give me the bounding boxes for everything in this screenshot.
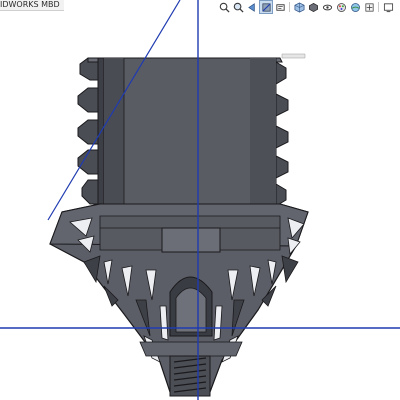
display-style-icon[interactable] xyxy=(307,1,319,13)
section-view-icon[interactable] xyxy=(259,0,273,14)
toolbar-separator xyxy=(378,2,379,12)
cylinder-shade-right xyxy=(250,58,276,216)
hide-show-items-icon[interactable] xyxy=(321,1,333,13)
view-settings-icon[interactable] xyxy=(363,1,375,13)
apply-scene-icon[interactable] xyxy=(349,1,361,13)
toolbar-separator xyxy=(289,2,290,12)
edit-appearance-icon[interactable] xyxy=(335,1,347,13)
view-orientation-icon[interactable] xyxy=(293,1,305,13)
previous-view-icon[interactable] xyxy=(246,1,258,13)
tip-thread xyxy=(169,355,211,397)
solidworks-window: IDWORKS MBD xyxy=(0,0,400,400)
dynamic-annotation-icon[interactable] xyxy=(274,1,286,13)
display-pane-icon[interactable] xyxy=(382,1,394,13)
graphics-viewport[interactable] xyxy=(0,0,400,400)
zoom-to-area-icon[interactable] xyxy=(232,1,244,13)
zoom-to-fit-icon[interactable] xyxy=(218,1,230,13)
document-tab-label[interactable]: IDWORKS MBD xyxy=(0,0,64,11)
top-rim-edge xyxy=(281,53,306,59)
heads-up-view-toolbar xyxy=(218,0,400,14)
cylinder-shade-left xyxy=(104,58,124,216)
